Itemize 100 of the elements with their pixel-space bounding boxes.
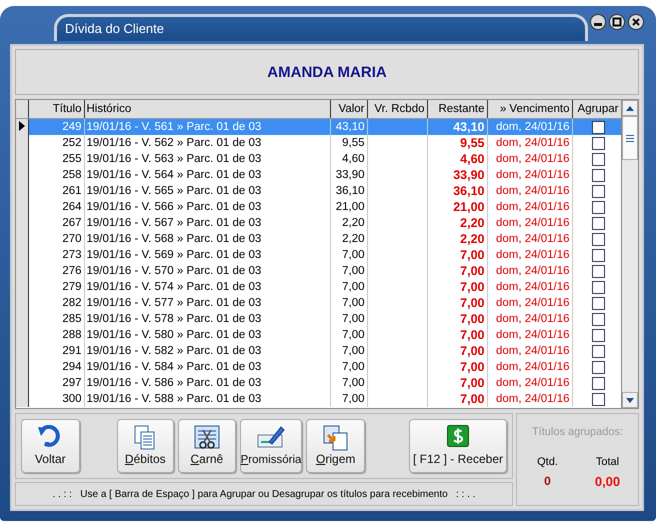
table-cell: 7,00 [330,343,367,359]
checkbox[interactable] [592,328,604,342]
column-header[interactable]: Restante [427,100,487,118]
table-cell: dom, 24/01/16 [487,118,572,135]
table-cell: 9,55 [330,135,367,151]
checkbox[interactable] [592,248,604,262]
column-header[interactable]: Título [28,100,84,118]
checkbox[interactable] [592,200,604,214]
scroll-down-icon[interactable] [626,398,634,402]
customer-name: AMANDA MARIA [267,64,387,80]
table-cell: 7,00 [427,295,487,311]
scrollbar[interactable] [621,100,638,408]
minimize-icon[interactable] [590,14,606,30]
checkbox[interactable] [592,392,604,406]
toolbar-button[interactable]: Débitos [116,419,174,473]
column-header[interactable]: Histórico [84,100,330,118]
table-cell: dom, 24/01/16 [487,167,572,183]
window-title: Dívida do Cliente [54,14,588,40]
table-cell: 4,60 [427,151,487,167]
table-cell: dom, 24/01/16 [487,215,572,231]
checkbox[interactable] [592,136,604,150]
table-cell: 249 [28,118,84,135]
table-cell: 2,20 [427,231,487,247]
table-cell: dom, 24/01/16 [487,231,572,247]
check-pen-icon [257,425,286,449]
table-cell: 19/01/16 - V. 584 » Parc. 01 de 03 [84,359,330,375]
table-cell: 7,00 [330,359,367,375]
table-cell: 7,00 [427,343,487,359]
table-cell: 19/01/16 - V. 561 » Parc. 01 de 03 [84,118,330,135]
table-cell: 7,00 [330,391,367,407]
table-cell: 19/01/16 - V. 565 » Parc. 01 de 03 [84,183,330,199]
table-cell: dom, 24/01/16 [487,135,572,151]
column-header[interactable]: » Vencimento [487,100,572,118]
table-cell: 19/01/16 - V. 569 » Parc. 01 de 03 [84,247,330,263]
checkbox[interactable] [592,184,604,198]
checkbox[interactable] [592,168,604,182]
table-cell: 7,00 [330,375,367,391]
table-cell: 7,00 [427,247,487,263]
scroll-thumb[interactable] [622,116,638,160]
total-label: Total [594,456,620,468]
table-cell: 21,00 [330,199,367,215]
table-cell: 2,20 [330,215,367,231]
toolbar-button[interactable]: Carnê [178,419,236,473]
column-header[interactable]: Valor [330,100,367,118]
booklet-scissors-icon [194,425,220,451]
table-cell: 43,10 [427,118,487,135]
toolbar-button[interactable]: Origem [306,419,365,473]
table-cell: 7,00 [330,263,367,279]
table-cell: 7,00 [427,263,487,279]
toolbar-button[interactable]: [ F12 ] - Receber [408,419,507,473]
documents-icon [133,425,158,451]
table-cell: 19/01/16 - V. 577 » Parc. 01 de 03 [84,295,330,311]
table-cell: dom, 24/01/16 [487,311,572,327]
checkbox[interactable] [592,376,604,390]
table-cell: 43,10 [330,118,367,135]
table-cell: dom, 24/01/16 [487,279,572,295]
table-cell: 9,55 [427,135,487,151]
table-cell: 7,00 [427,359,487,375]
table-cell: dom, 24/01/16 [487,247,572,263]
table-cell: 7,00 [427,311,487,327]
checkbox[interactable] [592,280,604,294]
toolbar-button[interactable]: Promissória [240,419,302,473]
checkbox[interactable] [592,120,604,134]
checkbox[interactable] [592,264,604,278]
table-cell: 7,00 [427,327,487,343]
table-cell: 19/01/16 - V. 574 » Parc. 01 de 03 [84,279,330,295]
table-cell: 19/01/16 - V. 582 » Parc. 01 de 03 [84,343,330,359]
table-cell: dom, 24/01/16 [487,199,572,215]
table-cell: 2,20 [330,231,367,247]
table-cell: 7,00 [330,311,367,327]
table-cell: dom, 24/01/16 [487,327,572,343]
table-cell: 36,10 [330,183,367,199]
table-cell: 19/01/16 - V. 580 » Parc. 01 de 03 [84,327,330,343]
checkbox[interactable] [592,216,604,230]
checkbox[interactable] [592,344,604,358]
hint-text: . . : : Use a [ Barra de Espaço ] para Agrupar ou Desagrupar os títulos para recebimento : : . . [52,488,476,500]
table-cell: dom, 24/01/16 [487,343,572,359]
table-cell: 2,20 [427,215,487,231]
table-cell: dom, 24/01/16 [487,263,572,279]
checkbox[interactable] [592,152,604,166]
checkbox[interactable] [592,296,604,310]
close-icon[interactable] [628,14,644,30]
toolbar-button[interactable]: Voltar [21,419,80,473]
table-cell: 19/01/16 - V. 563 » Parc. 01 de 03 [84,151,330,167]
quantity-value: 0 [543,474,552,489]
row-pointer-icon [18,120,25,130]
scroll-up-icon[interactable] [626,106,634,110]
checkbox[interactable] [592,360,604,374]
column-header[interactable]: Vr. Rcbdo [367,100,427,118]
table-cell: 19/01/16 - V. 578 » Parc. 01 de 03 [84,311,330,327]
checkbox[interactable] [592,312,604,326]
column-header[interactable]: Agrupar [572,100,621,118]
table-cell: 7,00 [330,327,367,343]
table-cell: dom, 24/01/16 [487,151,572,167]
table-cell: dom, 24/01/16 [487,391,572,407]
maximize-icon[interactable] [609,14,625,30]
table-cell: 19/01/16 - V. 568 » Parc. 01 de 03 [84,231,330,247]
table-cell: 19/01/16 - V. 562 » Parc. 01 de 03 [84,135,330,151]
checkbox[interactable] [592,232,604,246]
table-cell: dom, 24/01/16 [487,359,572,375]
